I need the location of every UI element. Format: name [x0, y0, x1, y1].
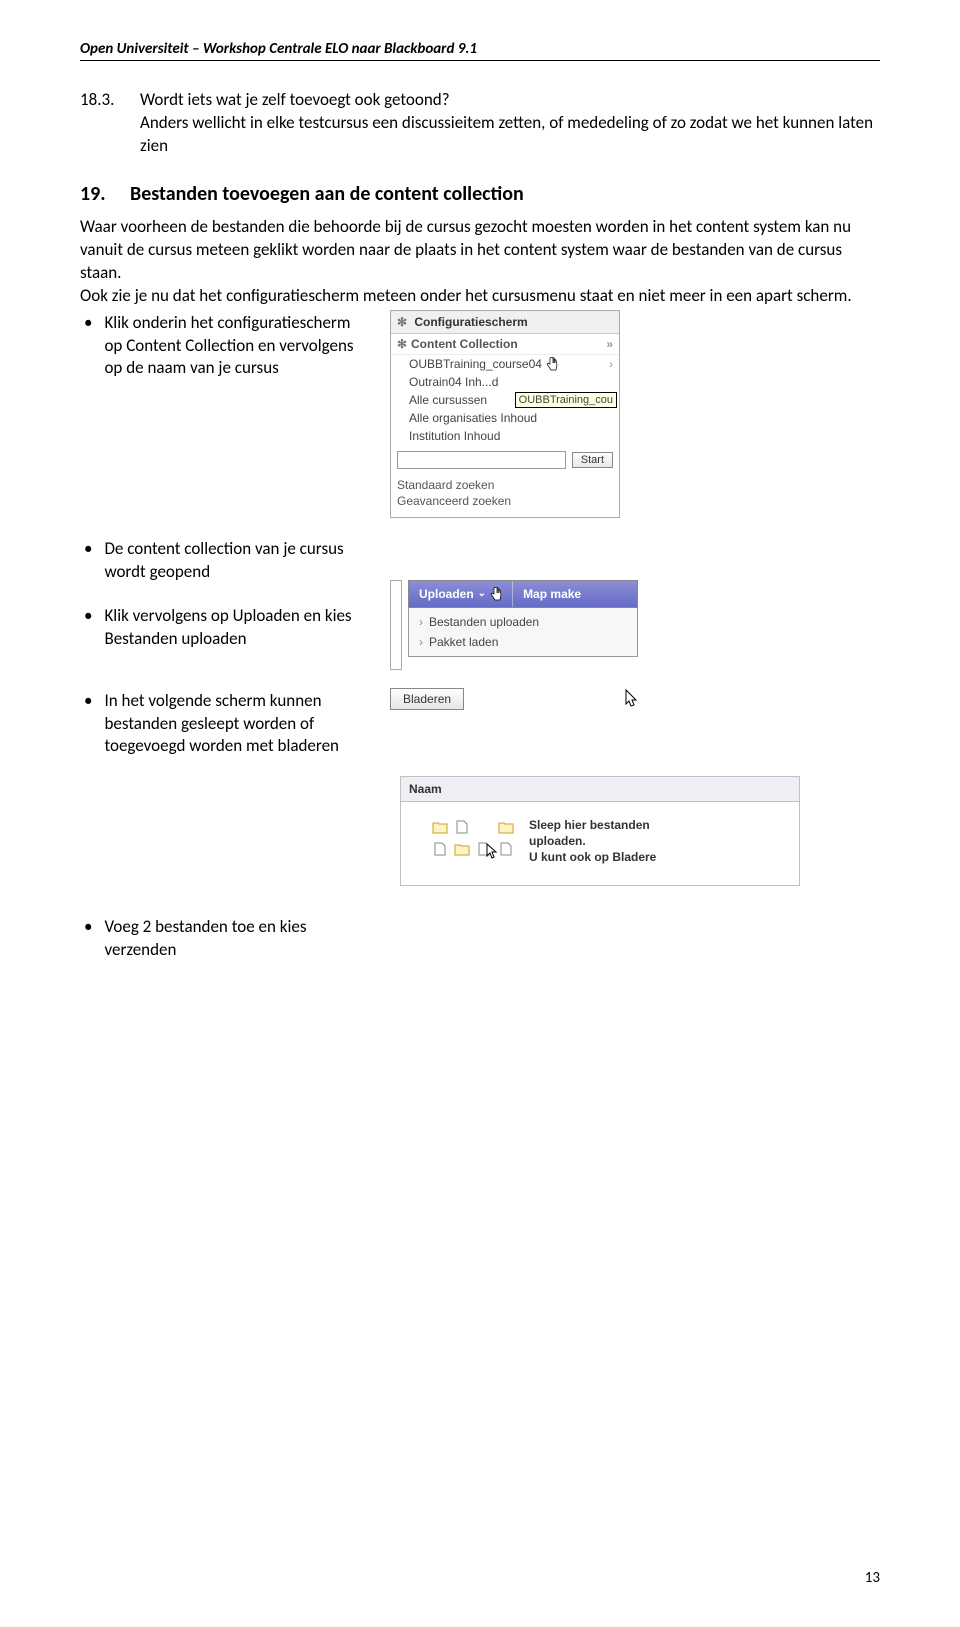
bullet-1-text: Klik onderin het configuratiescherm op C…: [104, 312, 360, 381]
cc-item-label: Institution Inhoud: [409, 429, 500, 443]
bladeren-area: Bladeren: [390, 688, 880, 710]
menu-item-load-package[interactable]: › Pakket laden: [409, 632, 637, 652]
cc-item-outrain[interactable]: Outrain04 Inh...d: [391, 373, 619, 391]
bullet-5: Voeg 2 bestanden toe en kies verzenden: [80, 916, 360, 962]
browse-button[interactable]: Bladeren: [390, 688, 464, 710]
naam-drop-panel: Naam Sleep hier bestanden uploaden. U ku…: [400, 776, 800, 886]
content-collection-label: Content Collection: [411, 337, 518, 351]
bullet-5-text: Voeg 2 bestanden toe en kies verzenden: [104, 916, 360, 962]
chevron-right-icon: ›: [601, 357, 613, 371]
heading-19: 19. Bestanden toevoegen aan de content c…: [80, 182, 880, 206]
menu-item-label: Bestanden uploaden: [429, 615, 539, 629]
upload-panel: Uploaden ⌄ Map make › Bestanden uploaden…: [408, 580, 638, 657]
document-header: Open Universiteit – Workshop Centrale EL…: [80, 40, 880, 61]
chevron-right-icon: ›: [419, 615, 429, 629]
hand-cursor-icon: [490, 587, 502, 601]
cc-item-all-courses[interactable]: Alle cursussen OUBBTraining_cou: [391, 391, 619, 409]
folder-icon-grid[interactable]: [431, 818, 515, 865]
content-collection-row[interactable]: ✻ Content Collection »: [391, 334, 619, 355]
bullet-2: De content collection van je cursus word…: [80, 538, 360, 584]
paragraph-text: Wordt iets wat je zelf toevoegt ook geto…: [140, 89, 880, 158]
cc-item-institution[interactable]: Institution Inhoud: [391, 427, 619, 445]
naam-header: Naam: [401, 777, 799, 802]
chevron-right-icon: »: [601, 337, 613, 351]
cc-item-label: OUBBTraining_course04: [409, 357, 542, 371]
bullet-3: Klik vervolgens op Uploaden en kies Best…: [80, 605, 360, 651]
folder-icon: [497, 818, 515, 836]
standard-search-link[interactable]: Standaard zoeken: [397, 477, 613, 493]
bullet-4: In het volgende scherm kunnen bestanden …: [80, 690, 360, 759]
arrow-cursor-icon: [624, 688, 640, 708]
divider-column: [390, 580, 402, 670]
page-number: 13: [865, 1569, 880, 1587]
document-icon: [431, 840, 449, 858]
map-make-label: Map make: [523, 587, 581, 601]
chevron-down-icon: ⌄: [478, 588, 486, 599]
intro-text: Waar voorheen de bestanden die behoorde …: [80, 216, 880, 308]
document-icon: [497, 840, 515, 858]
upload-dropdown-menu: › Bestanden uploaden › Pakket laden: [408, 608, 638, 657]
bullet-3-text: Klik vervolgens op Uploaden en kies Best…: [104, 605, 360, 651]
folder-icon: [453, 840, 471, 858]
config-panel-title-text: Configuratiescherm: [414, 315, 527, 329]
drop-zone-text: Sleep hier bestanden uploaden. U kunt oo…: [529, 818, 656, 865]
search-input[interactable]: [397, 451, 566, 469]
upload-button[interactable]: Uploaden ⌄: [409, 581, 513, 607]
menu-item-label: Pakket laden: [429, 635, 498, 649]
cc-item-course[interactable]: OUBBTraining_course04 ›: [391, 355, 619, 373]
start-button[interactable]: Start: [572, 452, 613, 468]
heading-title: Bestanden toevoegen aan de content colle…: [130, 182, 524, 206]
arrow-cursor-icon: [485, 842, 499, 863]
config-panel-title[interactable]: ✻ Configuratiescherm: [391, 311, 619, 334]
drop-text-line-1: Sleep hier bestanden: [529, 818, 656, 834]
collapse-icon: ✻: [397, 315, 411, 329]
map-make-button[interactable]: Map make: [513, 581, 591, 607]
drop-text-line-2: uploaden.: [529, 834, 656, 850]
upload-toolbar: Uploaden ⌄ Map make: [408, 580, 638, 608]
chevron-right-icon: ›: [419, 635, 429, 649]
upload-button-label: Uploaden: [419, 587, 474, 601]
config-panel: ✻ Configuratiescherm ✻ Content Collectio…: [390, 310, 620, 518]
tooltip: OUBBTraining_cou: [515, 392, 617, 408]
paragraph-number: 18.3.: [80, 89, 140, 158]
cc-item-all-orgs[interactable]: Alle organisaties Inhoud: [391, 409, 619, 427]
bullet-4-text: In het volgende scherm kunnen bestanden …: [104, 690, 360, 759]
advanced-search-link[interactable]: Geavanceerd zoeken: [397, 493, 613, 509]
cc-item-label: Outrain04 Inh...d: [409, 375, 498, 389]
hand-cursor-icon: [546, 357, 558, 371]
paragraph-18-3: 18.3. Wordt iets wat je zelf toevoegt oo…: [80, 89, 880, 158]
folder-icon: [431, 818, 449, 836]
document-icon: [453, 818, 471, 836]
heading-number: 19.: [80, 182, 130, 206]
cc-item-label: Alle organisaties Inhoud: [409, 411, 537, 425]
drop-text-line-3: U kunt ook op Bladere: [529, 850, 656, 866]
menu-item-upload-files[interactable]: › Bestanden uploaden: [409, 612, 637, 632]
bullet-1: Klik onderin het configuratiescherm op C…: [80, 312, 360, 381]
cc-item-label: Alle cursussen: [409, 393, 487, 407]
bullet-2-text: De content collection van je cursus word…: [104, 538, 360, 584]
collapse-icon: ✻: [397, 337, 411, 351]
